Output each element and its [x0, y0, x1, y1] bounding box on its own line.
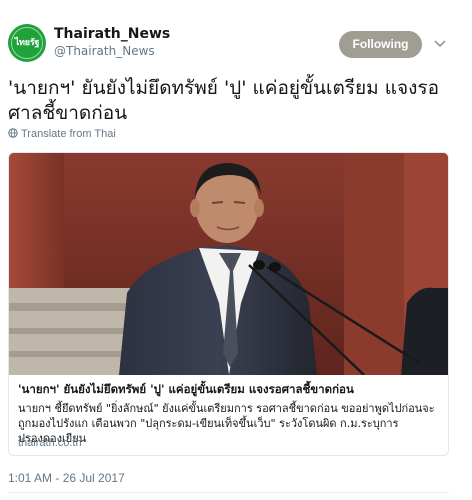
translate-link[interactable]: Translate from Thai	[8, 128, 116, 140]
divider	[8, 492, 449, 493]
tweet-timestamp[interactable]: 1:01 AM - 26 Jul 2017	[8, 471, 125, 485]
card-image[interactable]	[9, 153, 448, 375]
avatar[interactable]: ไทยรัฐ	[8, 24, 46, 62]
card-title[interactable]: 'นายกฯ' ยันยังไม่ยึดทรัพย์ 'ปู' แค่อยู่ข…	[18, 381, 442, 399]
chevron-down-icon[interactable]	[434, 39, 446, 49]
card-description: นายกฯ ชี้ยึดทรัพย์ "ยิ่งลักษณ์" ยังแค่ขั…	[18, 402, 435, 445]
card-domain[interactable]: thairath.co.th	[18, 437, 82, 449]
translate-label: Translate from Thai	[21, 128, 116, 140]
account-name[interactable]: Thairath_News	[54, 26, 170, 42]
globe-icon	[8, 128, 18, 138]
avatar-logo-text: ไทยรัฐ	[14, 38, 40, 48]
account-handle[interactable]: @Thairath_News	[54, 44, 155, 58]
tweet-header: ไทยรัฐ Thairath_News @Thairath_News Foll…	[0, 0, 472, 68]
tweet-text: 'นายกฯ' ยันยังไม่ยึดทรัพย์ 'ปู' แค่อยู่ข…	[8, 77, 439, 124]
following-button[interactable]: Following	[339, 31, 422, 58]
link-card[interactable]: 'นายกฯ' ยันยังไม่ยึดทรัพย์ 'ปู' แค่อยู่ข…	[8, 152, 449, 456]
